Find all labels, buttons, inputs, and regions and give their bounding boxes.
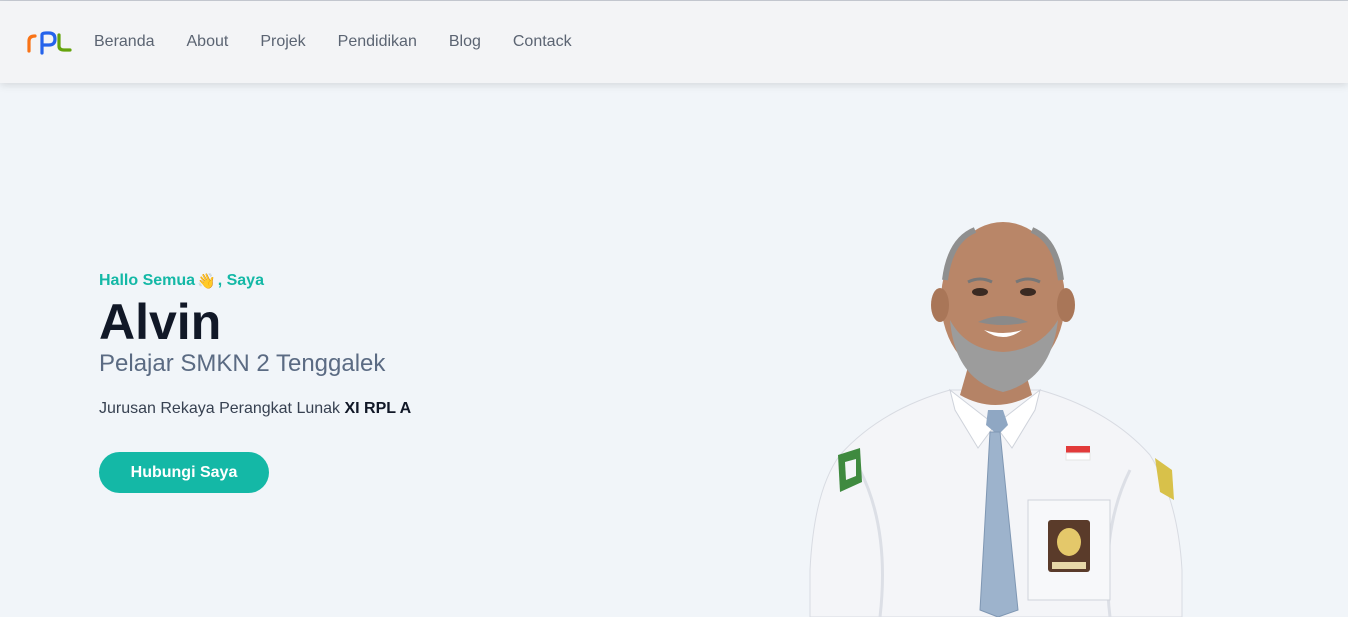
rpl-logo-icon[interactable] xyxy=(26,29,72,55)
navbar: Beranda About Projek Pendidikan Blog Con… xyxy=(0,1,1348,83)
contact-button[interactable]: Hubungi Saya xyxy=(99,452,269,493)
nav-blog[interactable]: Blog xyxy=(449,33,481,51)
hero-description: Jurusan Rekaya Perangkat Lunak XI RPL A xyxy=(99,400,659,418)
hero-name: Alvin xyxy=(99,294,222,350)
main-nav: Beranda About Projek Pendidikan Blog Con… xyxy=(94,1,604,83)
hero-section: Hallo Semua 👋 , Saya Alvin Pelajar SMKN … xyxy=(99,270,659,493)
hero-role: Pelajar SMKN 2 Tenggalek xyxy=(99,350,386,377)
nav-beranda[interactable]: Beranda xyxy=(94,33,155,51)
profile-photo xyxy=(809,222,1183,617)
description-text: Jurusan Rekaya Perangkat Lunak xyxy=(99,400,345,417)
nav-projek[interactable]: Projek xyxy=(260,33,305,51)
nav-contack[interactable]: Contack xyxy=(513,33,572,51)
class-name: XI RPL A xyxy=(344,400,412,417)
nav-about[interactable]: About xyxy=(187,33,229,51)
greeting-text: Hallo Semua xyxy=(99,272,196,289)
greeting: Hallo Semua 👋 , Saya xyxy=(99,270,659,292)
greeting-suffix: , Saya xyxy=(217,272,264,289)
waving-hand-icon: 👋 xyxy=(197,273,216,290)
nav-pendidikan[interactable]: Pendidikan xyxy=(338,33,417,51)
